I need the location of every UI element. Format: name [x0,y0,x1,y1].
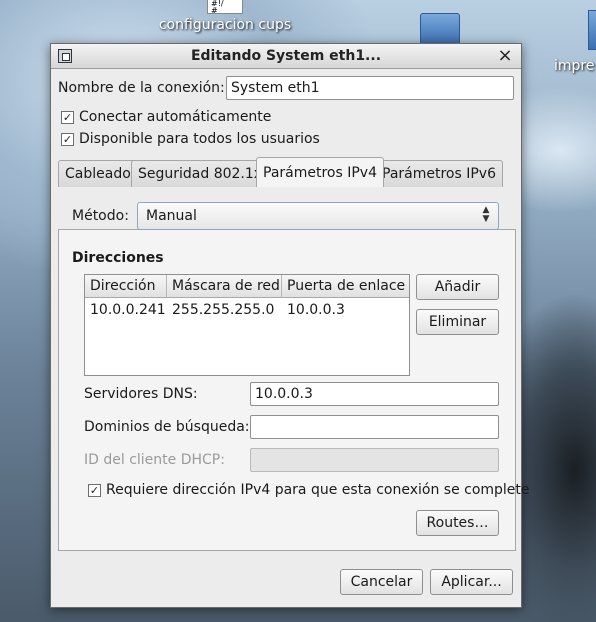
method-selected-value: Manual [146,208,197,224]
dhcp-client-id-label: ID del cliente DHCP: [84,452,225,468]
tab-ipv4[interactable]: Parámetros IPv4 [256,157,384,187]
dns-input[interactable]: 10.0.0.3 [250,382,499,406]
tab-ipv6[interactable]: Parámetros IPv6 [375,160,503,187]
cell-gateway: 10.0.0.3 [287,302,345,318]
dns-label: Servidores DNS: [84,386,198,402]
all-users-label: Disponible para todos los usuarios [79,131,320,147]
delete-address-button[interactable]: Eliminar [416,309,499,335]
routes-button[interactable]: Routes… [416,510,499,536]
column-header-puerta[interactable]: Puerta de enlace [282,275,410,298]
addresses-table[interactable]: Dirección Máscara de red Puerta de enlac… [84,274,410,376]
dhcp-client-id-input [250,448,499,472]
require-ipv4-checkbox[interactable]: ✓ [88,484,101,497]
cancel-button[interactable]: Cancelar [340,569,423,595]
tab-seguridad-8021x[interactable]: Seguridad 802.1x [131,160,270,187]
addresses-heading: Direcciones [72,250,164,266]
title-bar[interactable]: Editando System eth1... × [51,44,521,69]
connection-name-label: Nombre de la conexión: [58,80,225,96]
window-title: Editando System eth1... [190,48,382,64]
cell-address: 10.0.0.241 [90,302,166,318]
close-icon[interactable]: × [497,46,513,66]
table-header: Dirección Máscara de red Puerta de enlac… [85,275,409,298]
edit-connection-dialog: Editando System eth1... × Nombre de la c… [50,43,530,608]
desktop-icon-label: configuracion cups [158,17,292,33]
method-select[interactable]: Manual ▲ ▼ [137,202,499,230]
add-address-button[interactable]: Añadir [416,274,499,300]
chevron-updown-icon: ▲ ▼ [482,205,490,224]
search-domains-label: Dominios de búsqueda: [84,419,250,435]
auto-connect-label: Conectar automáticamente [79,109,272,125]
search-domains-input[interactable] [250,415,499,439]
connection-name-input[interactable]: System eth1 [226,76,514,100]
method-label: Método: [72,208,129,224]
folder-icon[interactable] [420,13,460,45]
column-header-direccion[interactable]: Dirección [85,275,167,298]
auto-connect-checkbox[interactable]: ✓ [61,111,74,124]
folder-icon[interactable] [588,10,596,50]
desktop-icon-configuracion-cups[interactable]: #!/# configuracion cups [150,0,300,33]
require-ipv4-label: Requiere dirección IPv4 para que esta co… [106,482,530,498]
apply-button[interactable]: Aplicar... [430,569,513,595]
script-file-icon: #!/# [207,0,243,15]
tab-cableado[interactable]: Cableado [58,160,138,187]
desktop-icon-label[interactable]: impre [554,58,596,74]
all-users-checkbox[interactable]: ✓ [61,133,74,146]
cell-netmask: 255.255.255.0 [172,302,275,318]
column-header-mascara[interactable]: Máscara de red [167,275,282,298]
